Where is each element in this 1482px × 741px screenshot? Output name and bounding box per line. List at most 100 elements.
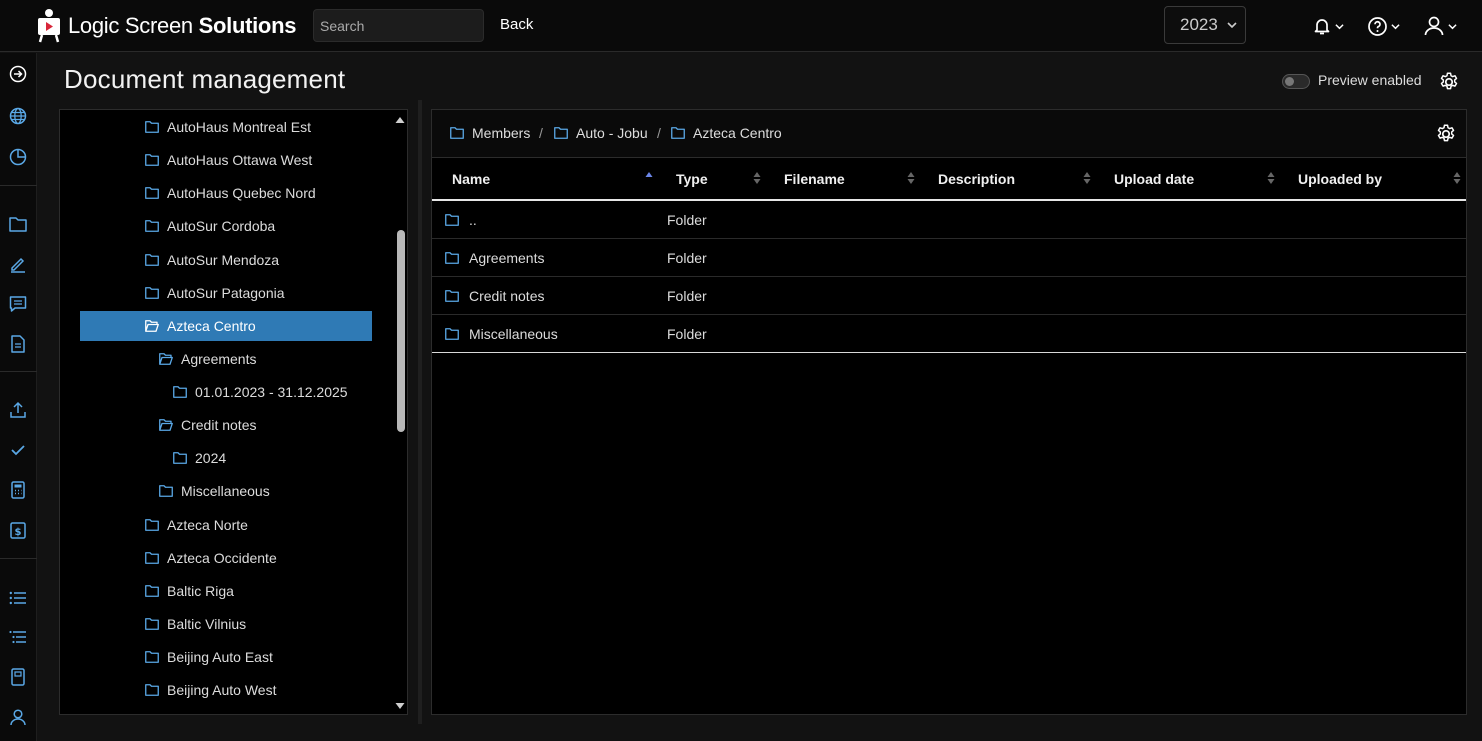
search-input[interactable] bbox=[313, 9, 484, 42]
tree-scrollbar-thumb[interactable] bbox=[397, 230, 405, 432]
column-header-upload-date[interactable]: Upload date bbox=[1114, 171, 1194, 187]
sidebar-item-edit[interactable] bbox=[7, 253, 29, 275]
folder-icon bbox=[159, 485, 173, 497]
logo-icon bbox=[36, 8, 62, 44]
table-row[interactable]: Agreements Folder bbox=[432, 239, 1466, 277]
tree-item-label: AutoSur Mendoza bbox=[167, 252, 280, 268]
table-header: Name Type Filename Description Upload da… bbox=[432, 158, 1466, 201]
preview-toggle[interactable] bbox=[1282, 74, 1310, 89]
panel-settings-button[interactable] bbox=[1435, 123, 1457, 148]
folder-open-icon bbox=[145, 320, 159, 332]
sidebar-item-approvals[interactable] bbox=[7, 439, 29, 461]
panel-splitter[interactable] bbox=[418, 100, 422, 724]
folder-icon bbox=[9, 217, 27, 232]
tree-item[interactable]: 2024 bbox=[173, 443, 226, 473]
folder-open-icon bbox=[159, 419, 173, 431]
sort-icon[interactable] bbox=[753, 171, 761, 185]
user-menu-button[interactable] bbox=[1423, 13, 1457, 39]
tree-item[interactable]: AutoHaus Montreal Est bbox=[145, 112, 311, 142]
pie-chart-icon bbox=[9, 148, 27, 166]
sidebar-item-upload[interactable] bbox=[7, 399, 29, 421]
document-list-panel: Members / Auto - Jobu / Azteca Centro Na… bbox=[431, 109, 1467, 715]
sort-icon[interactable] bbox=[1267, 171, 1275, 185]
breadcrumb: Members / Auto - Jobu / Azteca Centro bbox=[432, 110, 1466, 158]
sidebar-item-documents[interactable] bbox=[7, 213, 29, 235]
cell-type: Folder bbox=[667, 326, 707, 342]
sidebar-divider bbox=[0, 371, 37, 372]
sidebar-item-book[interactable] bbox=[7, 666, 29, 688]
breadcrumb-label: Members bbox=[472, 125, 531, 141]
tree-item-label: Beijing Auto West bbox=[167, 682, 277, 698]
tree-item[interactable]: 01.01.2023 - 31.12.2025 bbox=[173, 377, 348, 407]
year-select[interactable]: 2023 bbox=[1164, 6, 1246, 44]
table-row[interactable]: Miscellaneous Folder bbox=[432, 315, 1466, 353]
check-icon bbox=[11, 445, 25, 456]
column-header-description[interactable]: Description bbox=[938, 171, 1015, 187]
tree-item[interactable]: Baltic Riga bbox=[145, 576, 234, 606]
breadcrumb-item[interactable]: Auto - Jobu bbox=[554, 125, 648, 141]
logo-text-light: Logic Screen bbox=[68, 13, 193, 38]
sort-ascending-icon[interactable] bbox=[645, 171, 653, 185]
breadcrumb-item[interactable]: Azteca Centro bbox=[671, 125, 782, 141]
breadcrumb-item[interactable]: Members bbox=[450, 125, 530, 141]
tree-item[interactable]: AutoHaus Ottawa West bbox=[145, 145, 312, 175]
folder-tree[interactable]: AutoHaus Montreal Est AutoHaus Ottawa We… bbox=[59, 109, 408, 715]
sort-icon[interactable] bbox=[1083, 171, 1091, 185]
column-header-type[interactable]: Type bbox=[676, 171, 708, 187]
sort-icon[interactable] bbox=[1453, 171, 1461, 185]
notifications-button[interactable] bbox=[1312, 13, 1344, 39]
expand-sidebar-button[interactable] bbox=[7, 63, 29, 85]
sidebar-item-file[interactable] bbox=[7, 333, 29, 355]
tree-item-label: Baltic Riga bbox=[167, 583, 234, 599]
table-row[interactable]: Credit notes Folder bbox=[432, 277, 1466, 315]
tree-item[interactable]: Beijing Auto East bbox=[145, 642, 273, 672]
sidebar-item-globe[interactable] bbox=[7, 105, 29, 127]
sidebar-divider bbox=[0, 558, 37, 559]
tree-item[interactable]: Beijing Auto West bbox=[145, 675, 276, 705]
folder-icon bbox=[445, 252, 459, 264]
top-bar: Logic Screen Solutions Back 2023 bbox=[0, 0, 1482, 52]
table-row[interactable]: .. Folder bbox=[432, 201, 1466, 239]
tree-item-label: AutoHaus Quebec Nord bbox=[167, 185, 316, 201]
sidebar-item-nested-list[interactable] bbox=[7, 626, 29, 648]
sidebar-item-list[interactable] bbox=[7, 587, 29, 609]
cell-type: Folder bbox=[667, 212, 707, 228]
sidebar-item-calculator[interactable] bbox=[7, 479, 29, 501]
tree-item[interactable]: Miscellaneous bbox=[159, 476, 270, 506]
sort-icon[interactable] bbox=[907, 171, 915, 185]
message-list-icon bbox=[9, 296, 27, 312]
help-button[interactable] bbox=[1367, 13, 1400, 39]
tree-item[interactable]: AutoSur Cordoba bbox=[145, 211, 275, 241]
sidebar-divider bbox=[0, 185, 37, 186]
tree-item[interactable]: Baltic Vilnius bbox=[145, 609, 246, 639]
tree-item-label: Agreements bbox=[181, 351, 257, 367]
page-settings-button[interactable] bbox=[1438, 71, 1460, 96]
back-button[interactable]: Back bbox=[500, 16, 533, 33]
folder-icon bbox=[145, 121, 159, 133]
sidebar-item-invoices[interactable]: $ bbox=[7, 519, 29, 541]
folder-icon bbox=[554, 127, 568, 139]
scroll-down-arrow-icon[interactable] bbox=[394, 701, 406, 711]
tree-item[interactable]: Credit notes bbox=[159, 410, 256, 440]
column-header-filename[interactable]: Filename bbox=[784, 171, 845, 187]
sidebar-item-profile[interactable] bbox=[7, 706, 29, 728]
tree-item[interactable]: AutoHaus Quebec Nord bbox=[145, 178, 316, 208]
column-header-name[interactable]: Name bbox=[452, 171, 490, 187]
file-text-icon bbox=[11, 335, 25, 353]
tree-item[interactable]: Azteca Occidente bbox=[145, 543, 277, 573]
tree-item[interactable]: AutoSur Mendoza bbox=[145, 245, 279, 275]
sidebar-item-reports[interactable] bbox=[7, 146, 29, 168]
tree-item[interactable]: Azteca Norte bbox=[145, 510, 248, 540]
chevron-down-icon bbox=[1227, 22, 1237, 29]
scroll-up-arrow-icon[interactable] bbox=[394, 115, 406, 125]
column-header-uploaded-by[interactable]: Uploaded by bbox=[1298, 171, 1382, 187]
tree-item[interactable]: AutoSur Patagonia bbox=[145, 278, 285, 308]
gear-icon bbox=[1440, 72, 1458, 90]
sidebar-item-messages[interactable] bbox=[7, 293, 29, 315]
bell-icon bbox=[1314, 19, 1330, 35]
app-logo[interactable]: Logic Screen Solutions bbox=[36, 6, 296, 46]
tree-item-label: Beijing Auto East bbox=[167, 649, 273, 665]
tree-item[interactable]: Agreements bbox=[159, 344, 256, 374]
folder-icon bbox=[173, 452, 187, 464]
tree-item-selected[interactable]: Azteca Centro bbox=[80, 311, 372, 341]
